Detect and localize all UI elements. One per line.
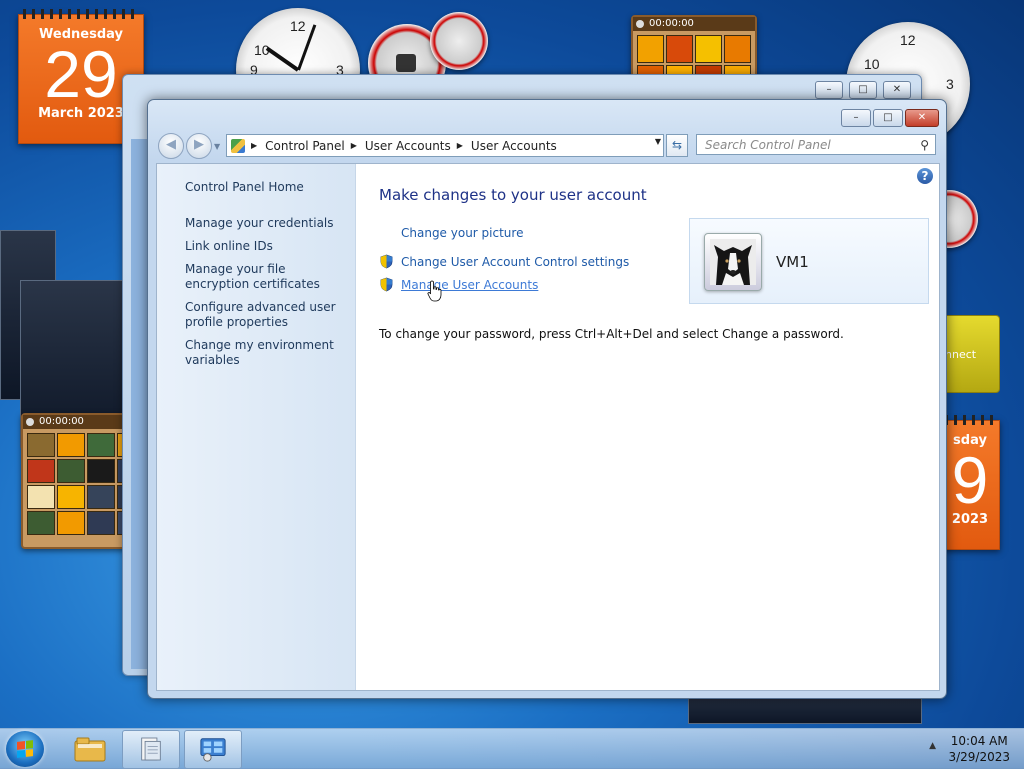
taskbar-explorer-button[interactable]: [62, 730, 118, 767]
nav-control-panel-home[interactable]: Control Panel Home: [185, 180, 345, 195]
uac-shield-icon: [380, 254, 393, 269]
taskbar-document-button[interactable]: [122, 730, 180, 769]
search-input[interactable]: Search Control Panel ⚲: [696, 134, 936, 155]
user-picture-frame: [704, 233, 762, 291]
control-panel-icon: [231, 138, 245, 153]
user-picture-dog: [710, 239, 756, 285]
manage-user-accounts-link[interactable]: Manage User Accounts: [401, 278, 538, 292]
refresh-button[interactable]: ⇆: [666, 134, 688, 157]
connect-gadget-label: nnect: [945, 348, 977, 361]
address-bar[interactable]: ▶ Control Panel ▶ User Accounts ▶ User A…: [226, 134, 664, 157]
calendar-right-year: 2023: [951, 512, 989, 527]
document-icon: [141, 737, 161, 761]
bg-minimize-button[interactable]: –: [815, 81, 843, 99]
nav-environment-variables[interactable]: Change my environment variables: [185, 338, 345, 368]
windows-logo-icon: [17, 740, 33, 758]
breadcrumb-separator-icon: ▶: [350, 141, 357, 150]
close-button[interactable]: ✕: [905, 109, 939, 127]
calendar-gadget-right[interactable]: sday 9 2023: [940, 415, 1000, 550]
content-area: Control Panel Home Manage your credentia…: [156, 163, 940, 691]
user-name: VM1: [776, 253, 809, 271]
help-icon[interactable]: ?: [917, 168, 933, 184]
taskbar: ▲ 10:04 AM 3/29/2023: [0, 728, 1024, 769]
user-accounts-window[interactable]: – □ ✕ ◀ ▶ ▼ ▶ Control Panel ▶ User Accou…: [147, 99, 947, 699]
minimize-button[interactable]: –: [841, 109, 871, 127]
start-button[interactable]: [6, 731, 44, 767]
search-placeholder: Search Control Panel: [705, 138, 831, 152]
nav-manage-credentials[interactable]: Manage your credentials: [185, 216, 345, 231]
clock-time: 10:04 AM: [950, 734, 1008, 748]
change-picture-link[interactable]: Change your picture: [401, 226, 523, 240]
search-icon[interactable]: ⚲: [920, 135, 929, 155]
nav-file-encryption[interactable]: Manage your file encryption certificates: [185, 262, 345, 292]
calendar-right-day: 9: [951, 443, 989, 517]
hand-cursor-icon: [427, 280, 442, 302]
cpu-meter-small-gadget[interactable]: [430, 12, 488, 70]
taskbar-control-panel-button[interactable]: [184, 730, 242, 769]
recent-pages-dropdown-icon[interactable]: ▼: [214, 142, 220, 151]
breadcrumb-user-accounts[interactable]: User Accounts: [365, 139, 451, 153]
breadcrumb-separator-icon: ▶: [251, 141, 258, 150]
system-clock[interactable]: 10:04 AM 3/29/2023: [948, 733, 1010, 765]
nav-link-online-ids[interactable]: Link online IDs: [185, 239, 345, 254]
bg-maximize-button[interactable]: □: [849, 81, 877, 99]
back-button[interactable]: ◀: [158, 133, 184, 159]
uac-settings-link[interactable]: Change User Account Control settings: [401, 255, 629, 269]
breadcrumb-user-accounts-current[interactable]: User Accounts: [471, 139, 557, 153]
user-account-card: VM1: [689, 218, 929, 304]
breadcrumb-separator-icon: ▶: [456, 141, 463, 150]
address-dropdown-icon[interactable]: ▼: [655, 137, 661, 146]
nav-advanced-profile[interactable]: Configure advanced user profile properti…: [185, 300, 345, 330]
bg-close-button[interactable]: ✕: [883, 81, 911, 99]
password-note: To change your password, press Ctrl+Alt+…: [379, 327, 844, 341]
clock-date: 3/29/2023: [948, 750, 1010, 764]
puzzle-timer: 00:00:00: [633, 17, 755, 31]
control-panel-icon: [200, 738, 226, 762]
forward-button[interactable]: ▶: [186, 133, 212, 159]
uac-shield-icon: [380, 277, 393, 292]
left-nav-pane: Control Panel Home Manage your credentia…: [157, 164, 356, 690]
breadcrumb-control-panel[interactable]: Control Panel: [265, 139, 345, 153]
show-hidden-icons-icon[interactable]: ▲: [929, 741, 936, 751]
page-title: Make changes to your user account: [379, 186, 647, 204]
maximize-button[interactable]: □: [873, 109, 903, 127]
folder-icon: [74, 737, 106, 762]
